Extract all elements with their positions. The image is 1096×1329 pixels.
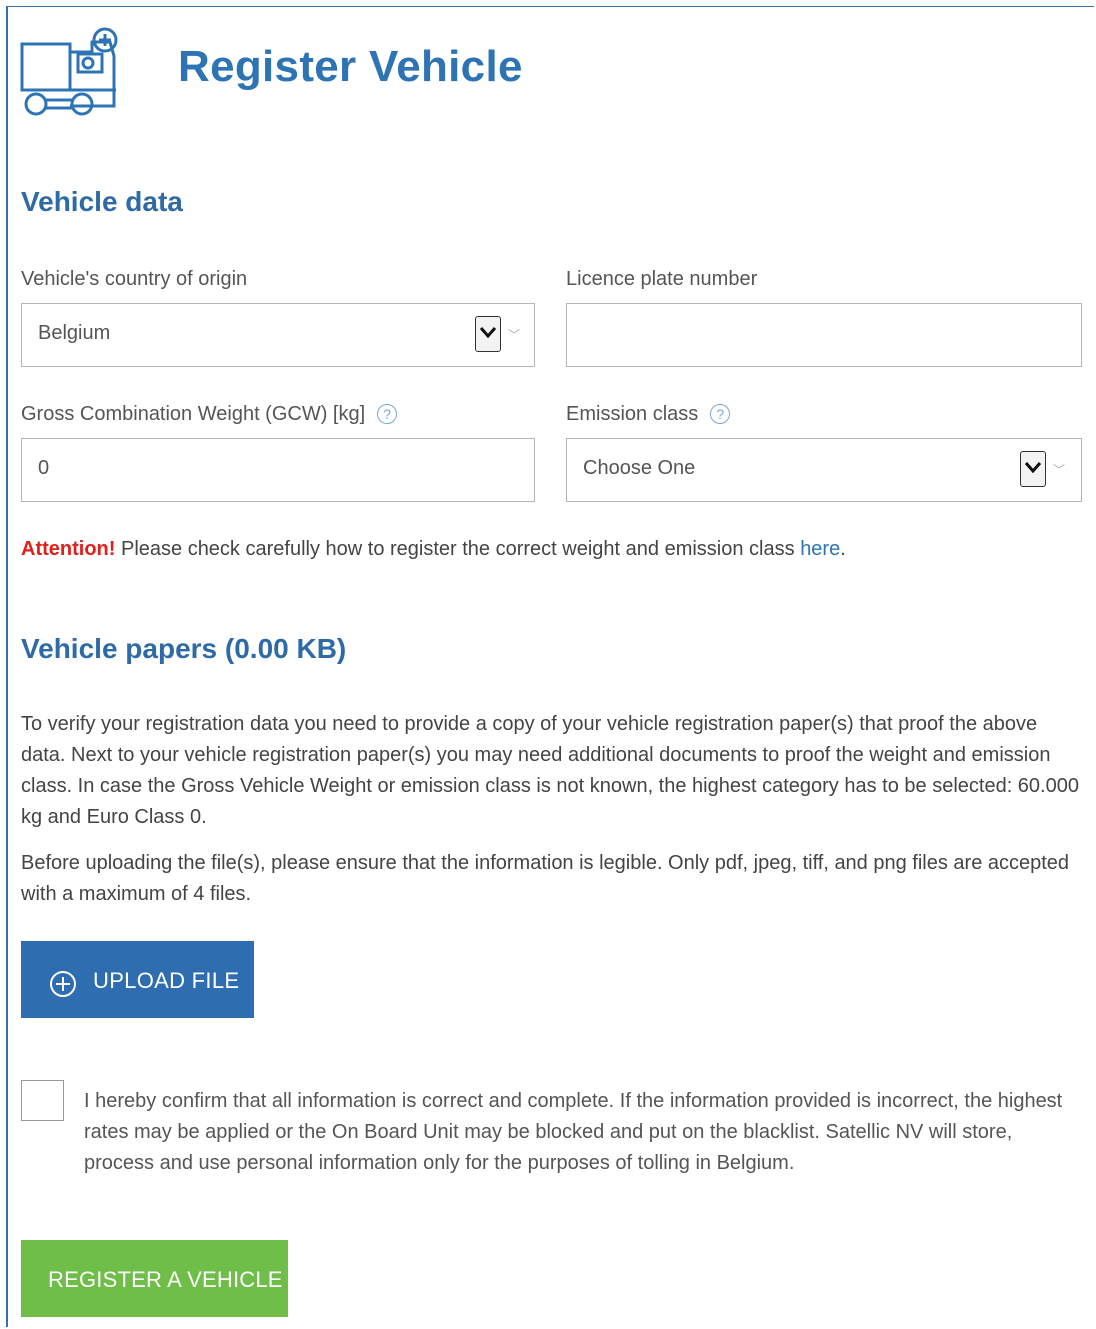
chevron-down-icon[interactable] [1020,451,1046,487]
truck-plus-icon [20,27,118,116]
vehicle-data-heading: Vehicle data [21,186,183,217]
question-icon[interactable]: ? [377,404,398,424]
country-select-value: Belgium [38,322,111,344]
register-vehicle-label: REGISTER A VEHICLE [48,1267,283,1292]
upload-file-button[interactable]: UPLOAD FILE [21,941,254,1018]
plus-circle-icon [50,971,76,997]
emission-select-value: Choose One [583,457,696,479]
small-chevron-icon: ﹀ [1053,463,1066,477]
attention-suffix: . [840,538,846,560]
register-vehicle-button[interactable]: REGISTER A VEHICLE [21,1240,288,1317]
vehicle-papers-heading: Vehicle papers (0.00 KB) [21,633,347,664]
gcw-label-text: Gross Combination Weight (GCW) [kg] [21,403,366,425]
page-title: Register Vehicle [178,42,523,91]
country-select[interactable]: Belgium ﹀ [21,303,535,367]
confirm-text: I hereby confirm that all information is… [84,1090,1063,1174]
country-label: Vehicle's country of origin [21,268,248,290]
papers-paragraph-2: Before uploading the file(s), please ens… [21,852,1070,905]
small-chevron-icon: ﹀ [508,328,521,342]
upload-file-label: UPLOAD FILE [93,968,240,993]
gcw-input-value: 0 [38,457,50,479]
question-icon[interactable]: ? [710,404,731,424]
attention-notice: Attention! Please check carefully how to… [21,538,846,561]
confirm-checkbox[interactable] [21,1080,64,1121]
gcw-label: Gross Combination Weight (GCW) [kg]? [21,403,398,426]
attention-link[interactable]: here [800,538,840,560]
attention-text: Please check carefully how to register t… [115,538,801,560]
attention-prefix: Attention! [21,538,116,560]
emission-label: Emission class? [566,403,731,426]
emission-select[interactable]: Choose One ﹀ [566,438,1082,502]
chevron-down-icon[interactable] [475,316,501,352]
plate-label: Licence plate number [566,268,758,290]
gcw-input[interactable]: 0 [21,438,535,502]
papers-paragraph-1: To verify your registration data you nee… [21,713,1079,828]
emission-label-text: Emission class [566,403,699,425]
plate-input[interactable] [566,303,1082,367]
